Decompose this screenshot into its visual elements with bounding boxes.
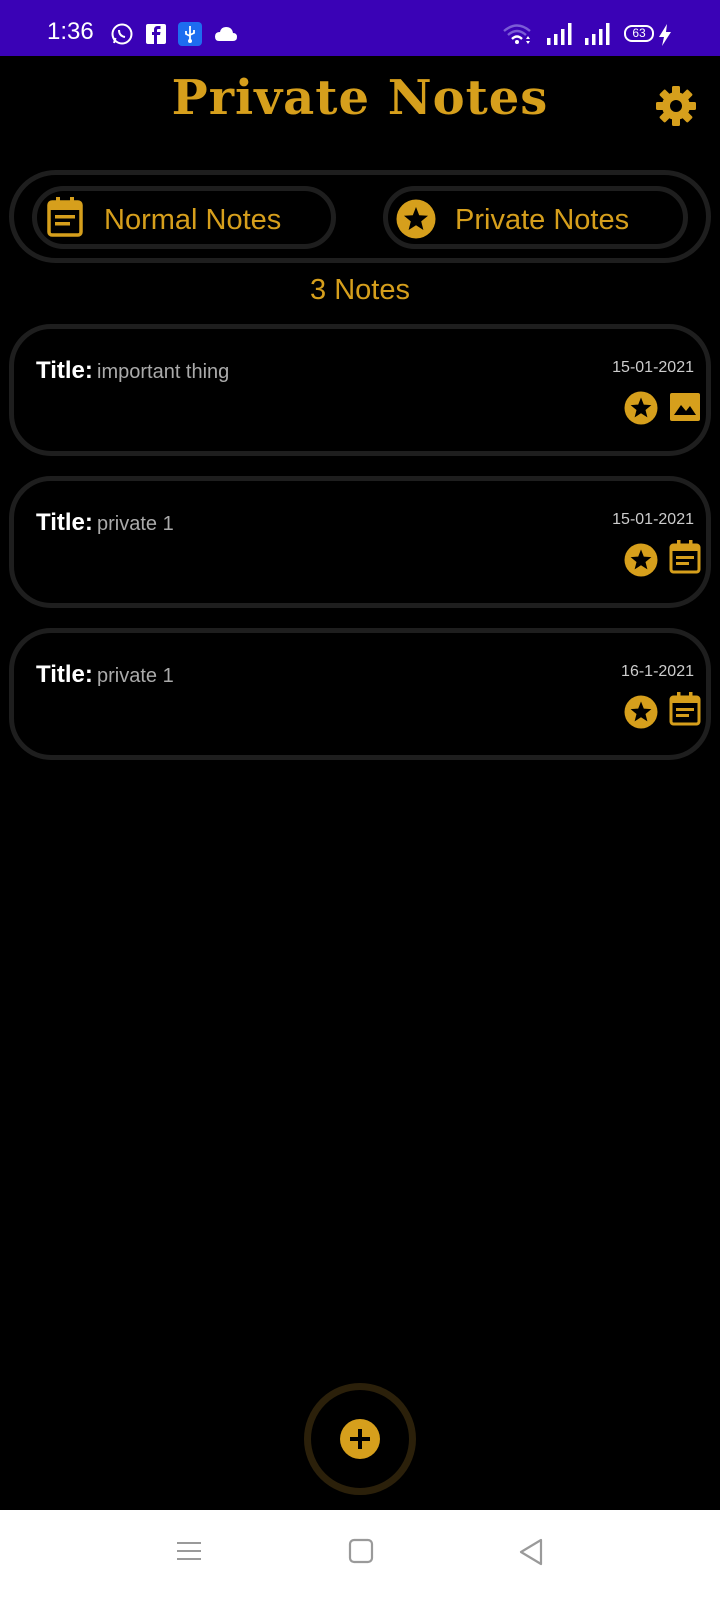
star-icon (624, 543, 658, 577)
star-icon (624, 391, 658, 425)
star-icon (624, 695, 658, 729)
notes-count: 3 Notes (310, 274, 410, 306)
note-title: private 1 (97, 665, 174, 687)
gear-icon[interactable] (654, 84, 698, 128)
status-time: 1:36 (47, 18, 94, 45)
note-date: 16-1-2021 (621, 663, 694, 680)
signal-icon (547, 23, 572, 45)
tab-normal-notes[interactable]: Normal Notes (32, 186, 336, 249)
list-item[interactable]: Title: private 1 15-01-2021 (9, 476, 711, 608)
cloud-icon (215, 27, 237, 41)
note-date: 15-01-2021 (612, 511, 694, 528)
plus-icon (350, 1429, 370, 1449)
tab-private-notes-label: Private Notes (455, 204, 630, 236)
tab-normal-notes-label: Normal Notes (104, 204, 282, 236)
battery-level: 63 (632, 26, 646, 40)
note-title-label: Title: (36, 661, 93, 688)
usb-icon (178, 22, 202, 46)
star-icon (396, 199, 436, 239)
facebook-icon (146, 24, 166, 44)
system-navigation-bar (0, 1510, 720, 1600)
list-item[interactable]: Title: important thing 15-01-2021 (9, 324, 711, 456)
wifi-icon (503, 24, 531, 44)
note-title: important thing (97, 361, 230, 383)
page-title: Private Notes (171, 70, 549, 126)
list-item[interactable]: Title: private 1 16-1-2021 (9, 628, 711, 760)
note-title-label: Title: (36, 509, 93, 536)
calendar-note-icon (669, 692, 701, 726)
calendar-note-icon (47, 197, 83, 237)
back-triangle-icon[interactable] (518, 1538, 544, 1566)
status-bar: 1:36 63 (0, 0, 720, 56)
signal-icon (585, 23, 610, 45)
whatsapp-icon (111, 23, 133, 45)
note-date: 15-01-2021 (612, 359, 694, 376)
menu-icon[interactable] (176, 1538, 202, 1564)
tab-private-notes[interactable]: Private Notes (383, 186, 688, 249)
home-square-icon[interactable] (348, 1538, 374, 1564)
calendar-note-icon (669, 540, 701, 574)
battery-icon: 63 (624, 25, 654, 42)
add-note-button[interactable] (340, 1419, 380, 1459)
note-title: private 1 (97, 513, 174, 535)
note-title-label: Title: (36, 357, 93, 384)
image-icon (670, 393, 700, 421)
charging-icon (659, 24, 671, 46)
